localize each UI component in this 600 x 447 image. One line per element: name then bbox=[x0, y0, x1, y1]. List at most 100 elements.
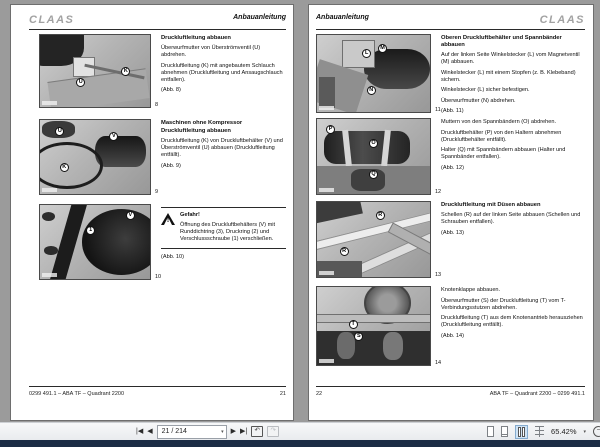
paragraph: Druckluftleitung (T) aus dem Knotenantri… bbox=[441, 315, 583, 328]
photo-shape bbox=[81, 209, 150, 275]
figure-reference: (Abb. 11) bbox=[441, 108, 464, 114]
footer-rule bbox=[29, 386, 286, 387]
paragraph: Winkelstecker (L) sicher befestigen. bbox=[441, 87, 530, 93]
page-number-input[interactable]: 21 / 214 ▾ bbox=[156, 424, 227, 439]
footer-document-id: ABA TF – Quadrant 2200 – 0299 491.1 bbox=[489, 391, 585, 397]
next-page-button[interactable]: ▶ bbox=[231, 423, 236, 440]
figure-label: R bbox=[339, 247, 349, 256]
section-text: Druckluftleitung abbauen Überwurfmutter … bbox=[161, 35, 286, 98]
photo-shape bbox=[44, 245, 58, 255]
facing-pages-view-button[interactable] bbox=[515, 424, 529, 439]
paragraph: Winkelstecker (L) mit einem Stopfen (z. … bbox=[441, 69, 576, 83]
figure-photo-12: P O Q bbox=[316, 118, 431, 195]
paragraph: Muttern von den Spannbändern (O) abdrehe… bbox=[441, 119, 557, 125]
photo-id-strip bbox=[42, 101, 57, 105]
photo-id-strip bbox=[42, 188, 57, 192]
figure-label: O bbox=[368, 138, 378, 148]
paragraph: Überwurfmutter (S) der Druckluftleitung … bbox=[441, 297, 566, 311]
footer-page-number: 22 bbox=[316, 391, 323, 397]
photo-shape bbox=[323, 131, 410, 164]
paragraph: Knotenklappe abbauen. bbox=[441, 287, 501, 293]
section-text: Muttern von den Spannbändern (O) abdrehe… bbox=[441, 119, 584, 175]
paragraph: Auf der linken Seite Winkelstecker (L) v… bbox=[441, 52, 580, 65]
figure-photo-14: T S bbox=[316, 286, 431, 366]
paragraph: Druckluftbehälter (P) von den Haltern ab… bbox=[441, 129, 562, 143]
facing-left-page-glyph bbox=[518, 426, 522, 437]
section-text: Druckluftleitung mit Düsen abbauen Schel… bbox=[441, 202, 584, 240]
footer-document-id: 0299 491.1 – ABA TF – Quadrant 2200 bbox=[29, 391, 124, 397]
header-rule bbox=[316, 29, 585, 30]
zoom-out-button[interactable]: − bbox=[593, 426, 600, 437]
pdf-viewer-window: CLAAS Anbauanleitung U K 8 Druckluftleit… bbox=[0, 0, 600, 447]
paragraph: Überwurfmutter (N) abdrehen. bbox=[441, 97, 516, 104]
figure-label: V bbox=[125, 210, 135, 220]
section-heading: Maschinen ohne Kompressor bbox=[161, 120, 243, 126]
figure-label: N bbox=[366, 85, 376, 95]
paragraph: Druckluftleitung (K) mit angebautem Schl… bbox=[161, 62, 283, 83]
previous-view-button[interactable]: ↶ bbox=[251, 426, 264, 437]
next-view-button[interactable]: ↷ bbox=[267, 426, 280, 437]
last-page-button[interactable]: ▶| bbox=[240, 423, 247, 440]
photo-shape bbox=[337, 332, 356, 359]
figure-photo-8: U K bbox=[39, 34, 151, 108]
figure-label: L bbox=[362, 48, 372, 58]
section-heading: Oberen Druckluftbehälter und Spannbänder… bbox=[441, 35, 562, 48]
figure-number: 12 bbox=[435, 189, 442, 195]
footer-page-number: 21 bbox=[279, 391, 286, 397]
figure-photo-11: L M N bbox=[316, 34, 431, 113]
figure-label: R bbox=[375, 211, 385, 220]
paragraph: Halter (Q) mit Spannbändern abbauen (Hal… bbox=[441, 147, 566, 160]
figure-reference: (Abb. 13) bbox=[441, 229, 465, 236]
figure-reference: (Abb. 14) bbox=[441, 332, 465, 339]
figure-photo-9: U V K bbox=[39, 119, 151, 195]
photo-shape bbox=[382, 332, 403, 361]
pdf-page-right: Anbauanleitung CLAAS L M N 11 Oberen Dru… bbox=[308, 4, 594, 421]
photo-id-strip bbox=[319, 359, 334, 363]
pdf-page-left: CLAAS Anbauanleitung U K 8 Druckluftleit… bbox=[10, 4, 294, 421]
figure-label: 1 bbox=[86, 225, 96, 235]
figure-photo-10: V 1 bbox=[39, 204, 151, 280]
page-header-title: Anbauanleitung bbox=[233, 14, 286, 21]
photo-shape bbox=[40, 142, 104, 189]
zoom-dropdown-icon[interactable]: ▾ bbox=[583, 429, 586, 435]
page-dropdown-icon[interactable]: ▾ bbox=[221, 429, 224, 435]
page-navigation-group: |◀ ◀ 21 / 214 ▾ ▶ ▶| ↶ ↷ bbox=[136, 423, 280, 440]
figure-number: 9 bbox=[155, 189, 159, 195]
photo-id-strip bbox=[42, 273, 57, 277]
photo-shape bbox=[319, 77, 336, 109]
warning-text-wrap: Gefahr! Öffnung des Druckluftbehälters (… bbox=[180, 212, 286, 243]
figure-photo-13: R R bbox=[316, 201, 431, 278]
warning-body: ! Gefahr! Öffnung des Druckluftbehälters… bbox=[161, 210, 286, 246]
paragraph: Schellen (R) auf der linken Seite abbaue… bbox=[441, 212, 581, 225]
claas-logo: CLAAS bbox=[29, 14, 75, 26]
section-subheading: Druckluftleitung abbauen bbox=[161, 128, 231, 134]
figure-number: 10 bbox=[155, 274, 162, 280]
viewer-toolbar: |◀ ◀ 21 / 214 ▾ ▶ ▶| ↶ ↷ 65.42% ▾ − bbox=[0, 422, 600, 440]
warning-title: Gefahr! bbox=[180, 212, 200, 218]
header-rule bbox=[29, 29, 286, 30]
single-page-view-button[interactable] bbox=[487, 426, 495, 437]
page-header-title: Anbauanleitung bbox=[316, 14, 369, 21]
paragraph: Überwurfmutter von Überströmventil (U) a… bbox=[161, 45, 261, 58]
exclamation-mark: ! bbox=[166, 217, 170, 224]
figure-number: 8 bbox=[155, 102, 159, 108]
figure-number: 13 bbox=[435, 272, 442, 278]
section-heading: Druckluftleitung mit Düsen abbauen bbox=[441, 202, 541, 208]
figure-reference: (Abb. 9) bbox=[161, 162, 181, 169]
figure-label: P bbox=[326, 125, 336, 134]
section-text: Knotenklappe abbauen. Überwurfmutter (S)… bbox=[441, 287, 584, 343]
claas-logo: CLAAS bbox=[539, 14, 585, 26]
photo-shape bbox=[42, 212, 56, 222]
figure-number: 14 bbox=[435, 360, 442, 366]
paragraph: Druckluftleitung (K) von Druckluftbehält… bbox=[161, 138, 283, 158]
warning-block: ! Gefahr! Öffnung des Druckluftbehälters… bbox=[161, 205, 286, 261]
continuous-view-button[interactable] bbox=[501, 426, 509, 437]
figure-reference: (Abb. 8) bbox=[161, 87, 181, 93]
first-page-button[interactable]: |◀ bbox=[136, 423, 143, 440]
warning-rule-bottom bbox=[161, 248, 286, 249]
previous-page-button[interactable]: ◀ bbox=[147, 423, 152, 440]
section-text: Oberen Druckluftbehälter und Spannbänder… bbox=[441, 35, 584, 119]
continuous-facing-view-button[interactable] bbox=[535, 426, 545, 437]
photo-id-strip bbox=[319, 188, 334, 192]
figure-label: T bbox=[348, 319, 358, 329]
